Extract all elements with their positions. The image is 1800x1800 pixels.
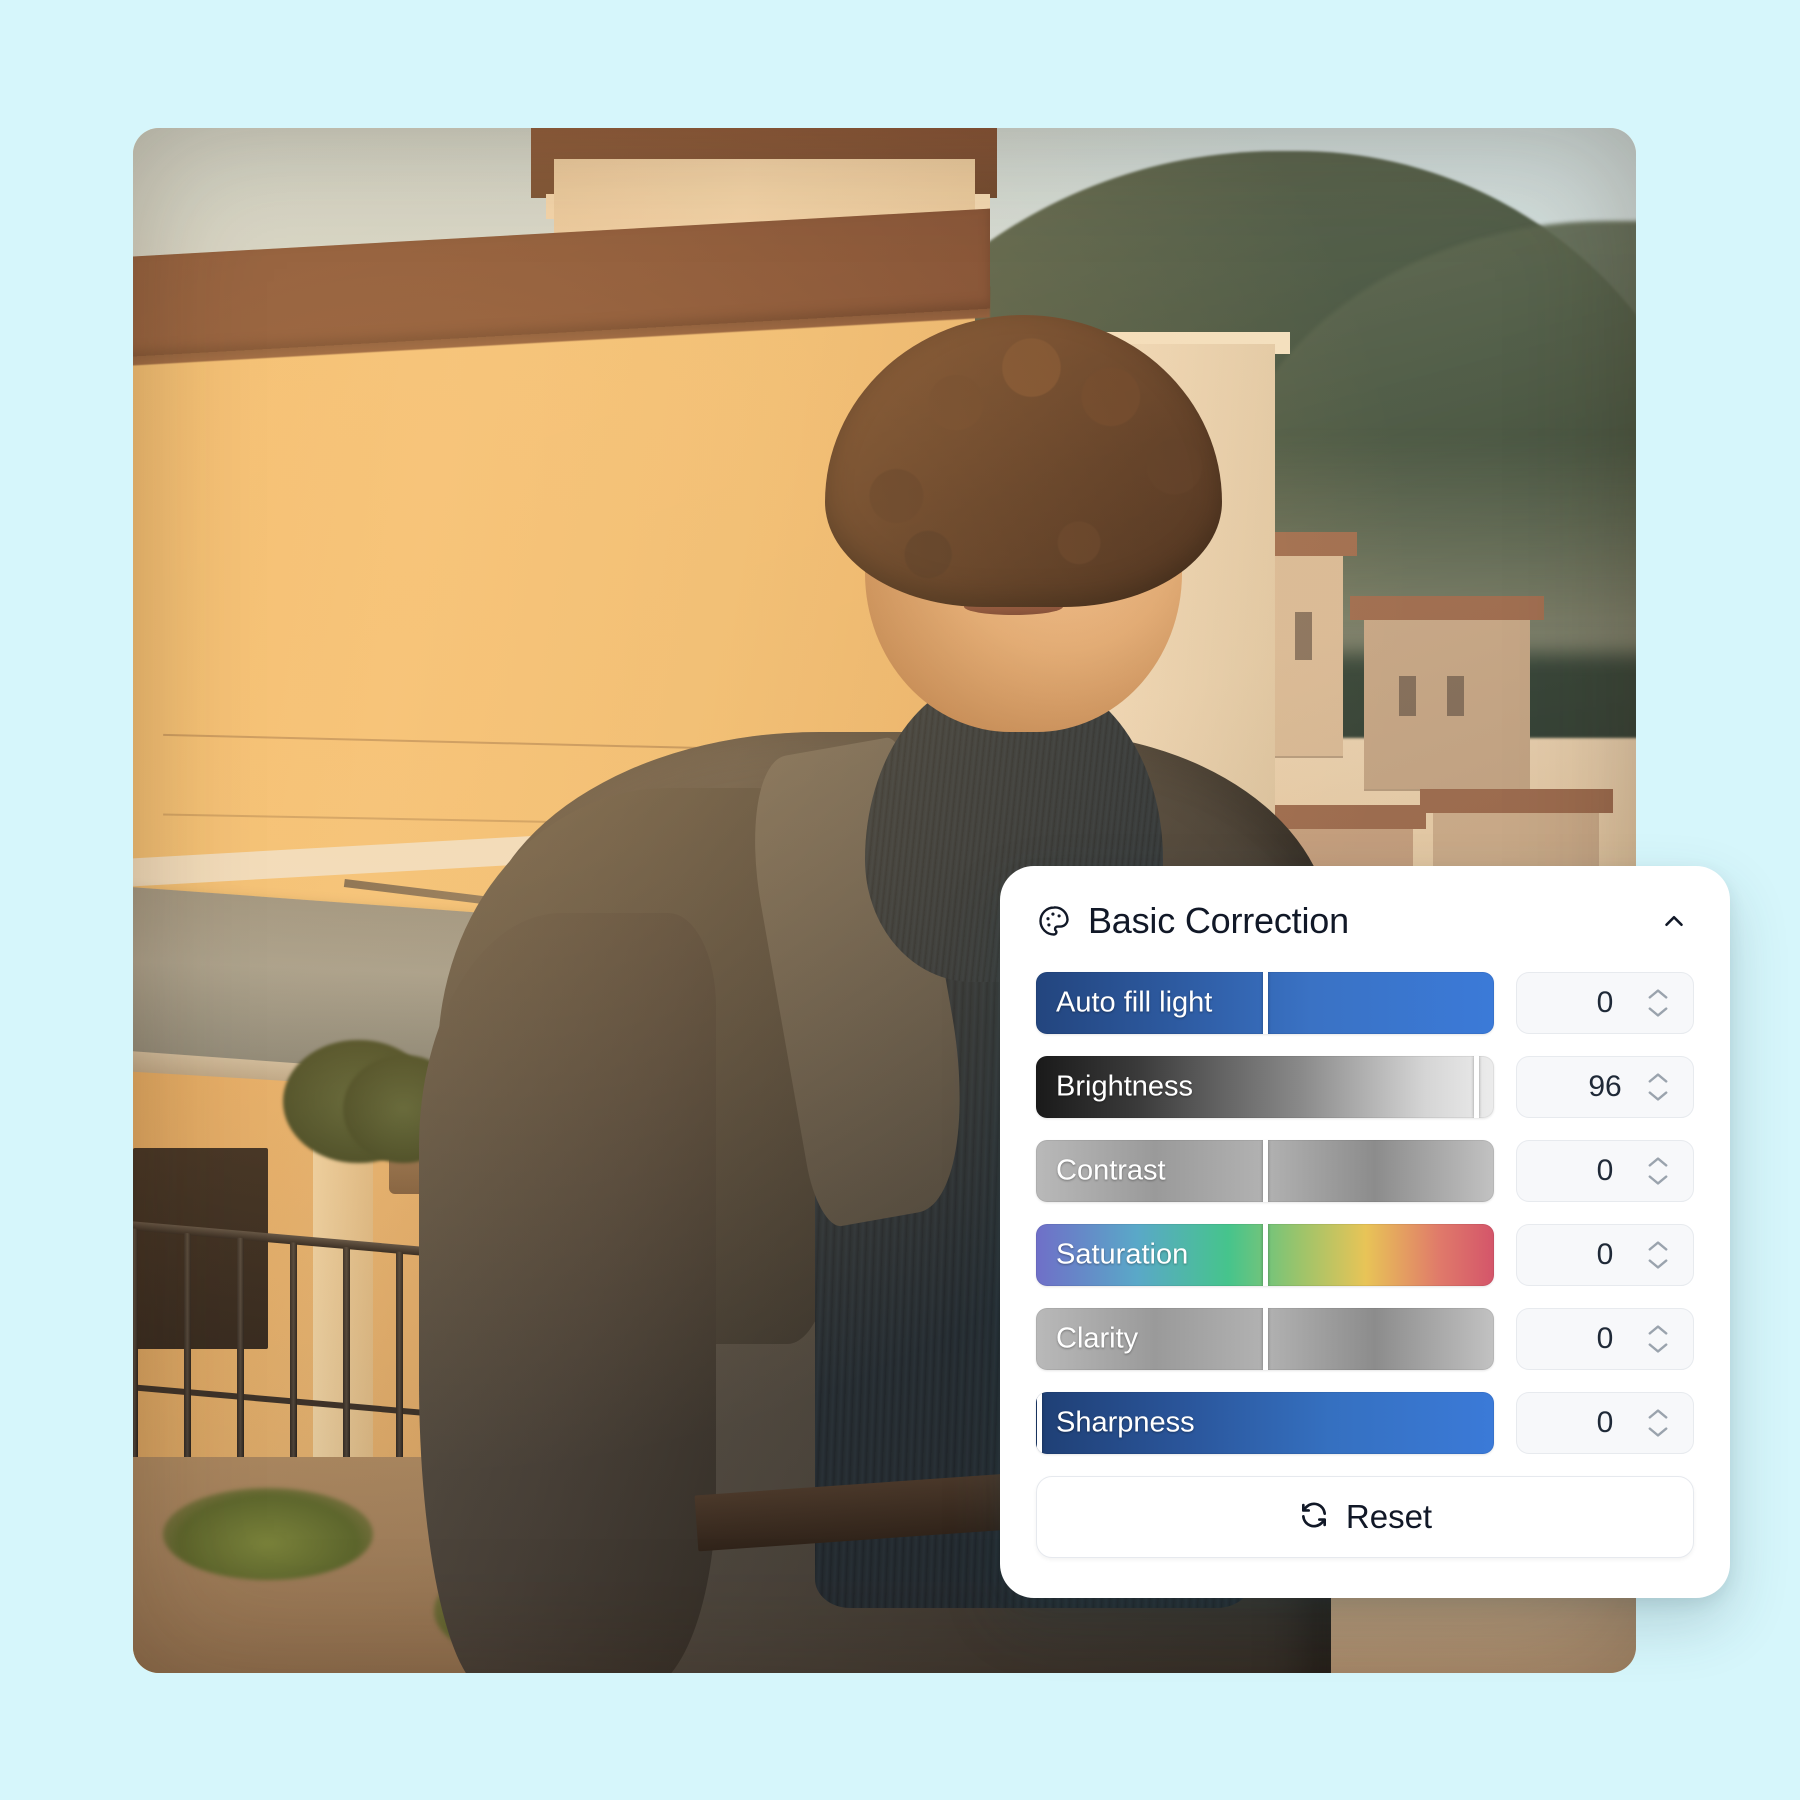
chevron-up-icon[interactable] [1647,1156,1669,1169]
value-stepper[interactable] [1647,1240,1669,1271]
reset-button[interactable]: Reset [1036,1476,1694,1558]
value-text: 0 [1596,1406,1614,1439]
photo-grass [163,1487,374,1581]
chevron-down-icon[interactable] [1647,1174,1669,1187]
reset-button-label: Reset [1345,1498,1433,1535]
photo-person-hair [825,314,1223,607]
slider-label: Contrast [1056,1154,1166,1187]
chevron-down-icon[interactable] [1647,1426,1669,1439]
chevron-down-icon[interactable] [1647,1006,1669,1019]
collapse-panel-button[interactable] [1654,901,1694,941]
chevron-up-icon[interactable] [1647,1072,1669,1085]
slider-brightness[interactable]: Brightness [1036,1056,1494,1118]
value-text: 0 [1596,986,1614,1019]
slider-row-contrast: Contrast 0 [1036,1140,1694,1202]
chevron-down-icon[interactable] [1647,1090,1669,1103]
photo-person-arm [418,912,717,1673]
slider-thumb[interactable] [1263,972,1268,1034]
chevron-up-icon[interactable] [1647,1408,1669,1421]
slider-sharpness[interactable]: Sharpness [1036,1392,1494,1454]
slider-row-brightness: Brightness 96 [1036,1056,1694,1118]
slider-label: Saturation [1056,1238,1189,1271]
slider-thumb[interactable] [1263,1308,1268,1370]
value-stepper[interactable] [1647,1072,1669,1103]
palette-icon [1036,903,1072,939]
slider-label: Brightness [1056,1070,1194,1103]
slider-clarity[interactable]: Clarity [1036,1308,1494,1370]
slider-row-clarity: Clarity 0 [1036,1308,1694,1370]
value-input-sharpness[interactable]: 0 [1516,1392,1694,1454]
slider-thumb[interactable] [1263,1140,1268,1202]
value-input-clarity[interactable]: 0 [1516,1308,1694,1370]
value-stepper[interactable] [1647,1408,1669,1439]
slider-contrast[interactable]: Contrast [1036,1140,1494,1202]
slider-auto-fill-light[interactable]: Auto fill light [1036,972,1494,1034]
value-text: 0 [1596,1238,1614,1271]
slider-thumb[interactable] [1263,1224,1268,1286]
slider-list: Auto fill light 0 Brightness 96 Contrast 0 Sat… [1036,972,1694,1454]
value-text: 96 [1588,1070,1622,1103]
chevron-up-icon[interactable] [1647,1324,1669,1337]
basic-correction-panel: Basic Correction Auto fill light 0 Brightn… [1000,866,1730,1598]
slider-label: Clarity [1056,1322,1139,1355]
chevron-up-icon [1665,915,1683,927]
value-stepper[interactable] [1647,1324,1669,1355]
value-input-auto-fill-light[interactable]: 0 [1516,972,1694,1034]
panel-title: Basic Correction [1088,900,1349,941]
slider-thumb[interactable] [1473,1056,1479,1118]
chevron-up-icon[interactable] [1647,988,1669,1001]
value-text: 0 [1596,1154,1614,1187]
chevron-down-icon[interactable] [1647,1258,1669,1271]
slider-label: Sharpness [1056,1406,1195,1439]
chevron-down-icon[interactable] [1647,1342,1669,1355]
panel-header: Basic Correction [1036,900,1694,942]
slider-thumb[interactable] [1036,1392,1042,1454]
value-stepper[interactable] [1647,988,1669,1019]
value-stepper[interactable] [1647,1156,1669,1187]
value-text: 0 [1596,1322,1614,1355]
value-input-contrast[interactable]: 0 [1516,1140,1694,1202]
value-input-saturation[interactable]: 0 [1516,1224,1694,1286]
slider-row-saturation: Saturation 0 [1036,1224,1694,1286]
slider-label: Auto fill light [1056,986,1213,1019]
slider-saturation[interactable]: Saturation [1036,1224,1494,1286]
value-input-brightness[interactable]: 96 [1516,1056,1694,1118]
refresh-icon [1298,1499,1330,1536]
slider-row-sharpness: Sharpness 0 [1036,1392,1694,1454]
slider-row-auto-fill-light: Auto fill light 0 [1036,972,1694,1034]
chevron-up-icon[interactable] [1647,1240,1669,1253]
